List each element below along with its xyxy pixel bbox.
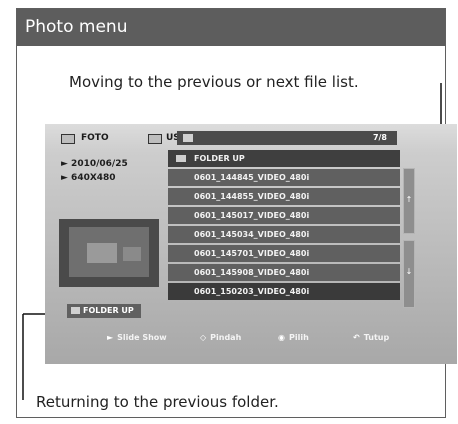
list-item[interactable]: 0601_145034_VIDEO_480i [168, 226, 400, 243]
photo-resolution: ► 640X480 [61, 173, 116, 183]
list-item[interactable]: 0601_144845_VIDEO_480i [168, 169, 400, 186]
arrow-down-icon: ↓ [405, 267, 413, 276]
remote-hint-bar: ► Slide Show ◇ Pindah ◉ Pilih ↶ Tutup [45, 328, 457, 350]
folder-up-button[interactable]: FOLDER UP [67, 304, 141, 318]
current-folder-path: 7/8 [177, 131, 397, 145]
folder-icon [176, 155, 186, 162]
list-item[interactable]: 0601_144855_VIDEO_480i [168, 188, 400, 205]
list-item-label: 0601_150203_VIDEO_480i [194, 287, 310, 296]
hint-slideshow: ► Slide Show [107, 333, 167, 342]
hint-move: ◇ Pindah [200, 333, 242, 342]
foto-icon [61, 134, 75, 144]
usb-icon [148, 134, 162, 144]
list-item-label: 0601_145017_VIDEO_480i [194, 211, 310, 220]
folder-up-button-label: FOLDER UP [83, 306, 134, 315]
folder-icon [71, 307, 80, 314]
list-item[interactable]: 0601_145017_VIDEO_480i [168, 207, 400, 224]
photo-thumbnail [59, 219, 159, 287]
list-item-selected[interactable]: 0601_150203_VIDEO_480i [168, 283, 400, 300]
hint-close: ↶ Tutup [353, 333, 390, 342]
tv-photo-menu-screen: FOTO USB 7/8 ► 2010/06/25 ► 640X480 FOLD… [45, 124, 457, 364]
page-down-scroll-button[interactable]: ↓ [403, 240, 415, 308]
list-item-label: FOLDER UP [194, 154, 245, 163]
page-up-scroll-button[interactable]: ↑ [403, 168, 415, 234]
arrow-up-icon: ↑ [405, 195, 413, 204]
list-item-label: 0601_144845_VIDEO_480i [194, 173, 310, 182]
return-icon: ↶ [353, 333, 360, 342]
hint-select: ◉ Pilih [278, 333, 309, 342]
list-item[interactable]: 0601_145701_VIDEO_480i [168, 245, 400, 262]
list-item-folder-up[interactable]: FOLDER UP [168, 150, 400, 167]
file-list: FOLDER UP 0601_144845_VIDEO_480i 0601_14… [168, 150, 400, 302]
page-counter: 7/8 [372, 133, 387, 142]
list-item-label: 0601_144855_VIDEO_480i [194, 192, 310, 201]
play-icon: ► [107, 333, 114, 342]
foto-label: FOTO [81, 133, 109, 143]
folder-icon [183, 134, 193, 142]
select-icon: ◉ [278, 333, 285, 342]
photo-date: ► 2010/06/25 [61, 159, 128, 169]
list-item-label: 0601_145034_VIDEO_480i [194, 230, 310, 239]
list-item[interactable]: 0601_145908_VIDEO_480i [168, 264, 400, 281]
list-item-label: 0601_145908_VIDEO_480i [194, 268, 310, 277]
move-icon: ◇ [200, 333, 207, 342]
list-item-label: 0601_145701_VIDEO_480i [194, 249, 310, 258]
